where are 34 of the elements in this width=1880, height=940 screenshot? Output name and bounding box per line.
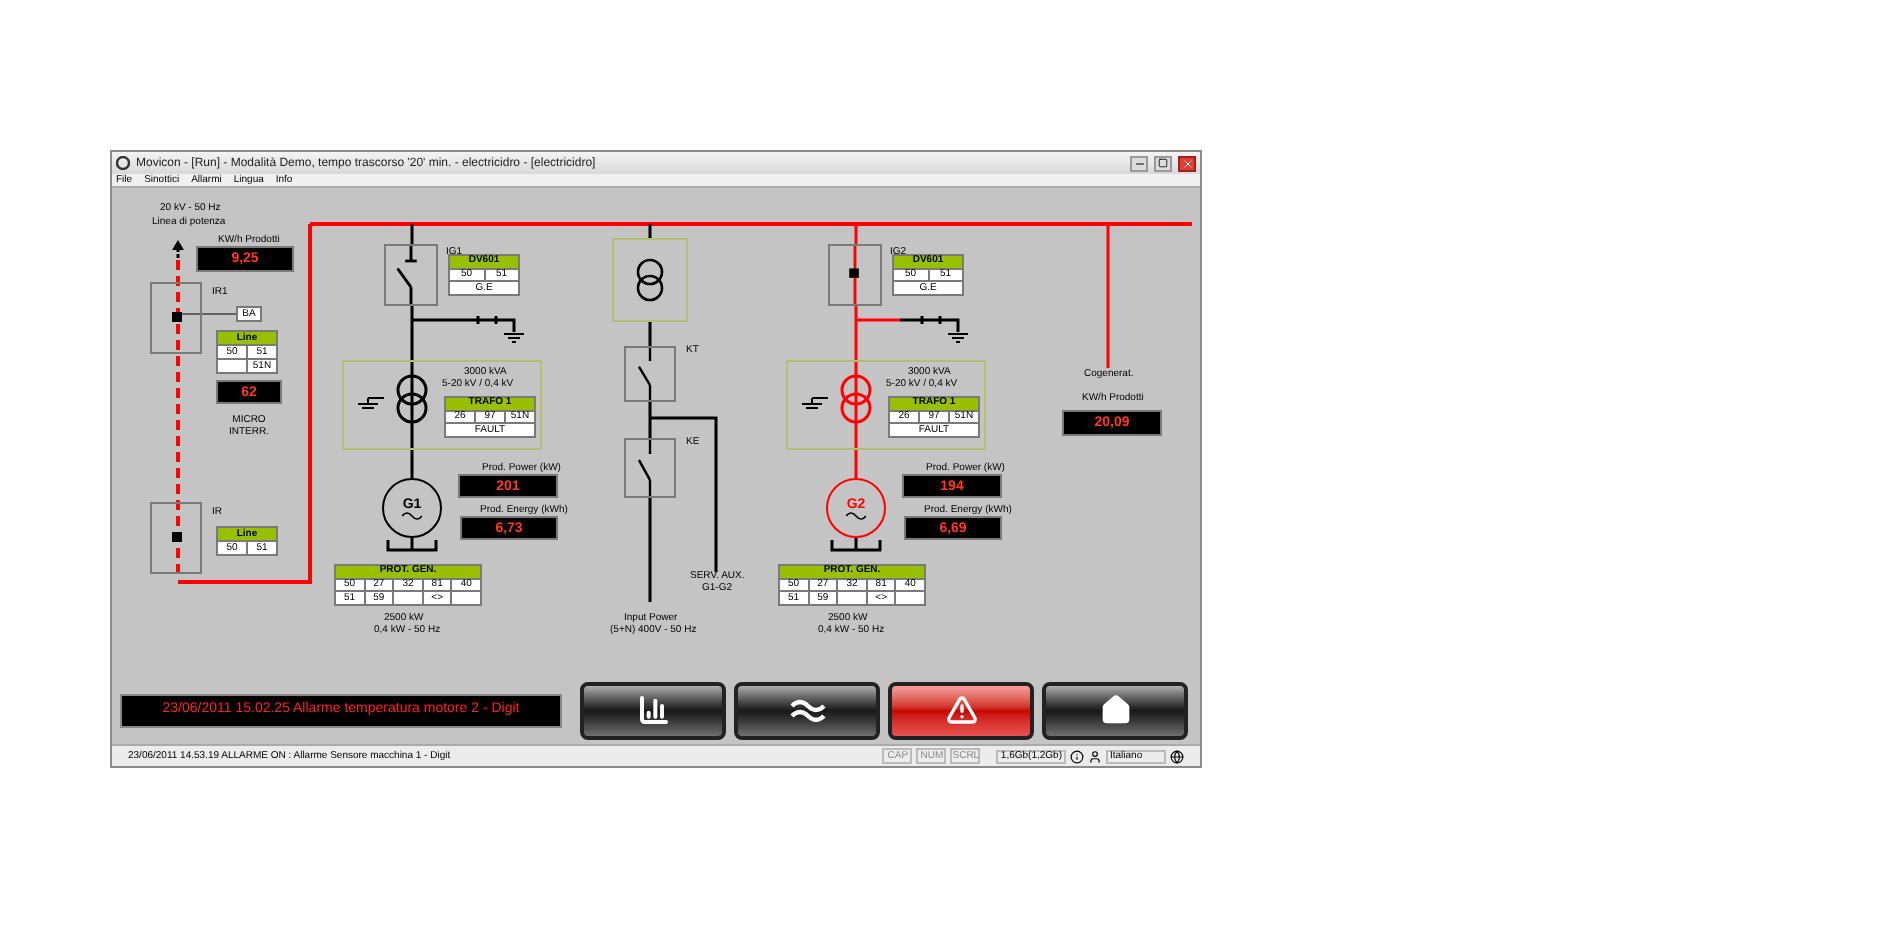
cogen-line [1106, 224, 1110, 368]
ground-icon [503, 333, 525, 343]
nav-button[interactable] [580, 681, 726, 739]
up-arrow-icon [172, 240, 184, 258]
info-icon[interactable] [1070, 749, 1084, 763]
warning-icon [945, 694, 977, 726]
maximize-icon [1158, 158, 1168, 168]
generator-base-icon [830, 536, 882, 552]
open-switch-icon [637, 348, 652, 400]
ground-icon [947, 333, 969, 343]
minimize-button[interactable] [1130, 155, 1148, 171]
ground-icon [801, 397, 829, 409]
app-icon [116, 156, 130, 170]
nav-button[interactable] [1042, 681, 1188, 739]
minimize-icon [1133, 157, 1145, 169]
nav-button[interactable] [888, 681, 1034, 739]
wave-icon [789, 698, 825, 722]
ground-icon [357, 397, 385, 409]
open-switch-icon [637, 440, 652, 496]
globe-icon[interactable] [1170, 749, 1184, 763]
transformer-icon [636, 258, 664, 302]
close-icon [1181, 157, 1193, 169]
transformer-icon [396, 374, 428, 424]
sine-icon [846, 511, 866, 519]
nav-button[interactable] [734, 681, 880, 739]
sine-icon [402, 511, 422, 519]
home-icon [1099, 694, 1131, 726]
close-button[interactable] [1178, 155, 1196, 171]
connector-line [177, 313, 237, 315]
transformer-icon [840, 374, 872, 424]
user-icon[interactable] [1088, 749, 1102, 763]
bar-chart-icon [637, 694, 669, 726]
maximize-button[interactable] [1154, 155, 1172, 171]
transformer-frame [612, 238, 688, 322]
